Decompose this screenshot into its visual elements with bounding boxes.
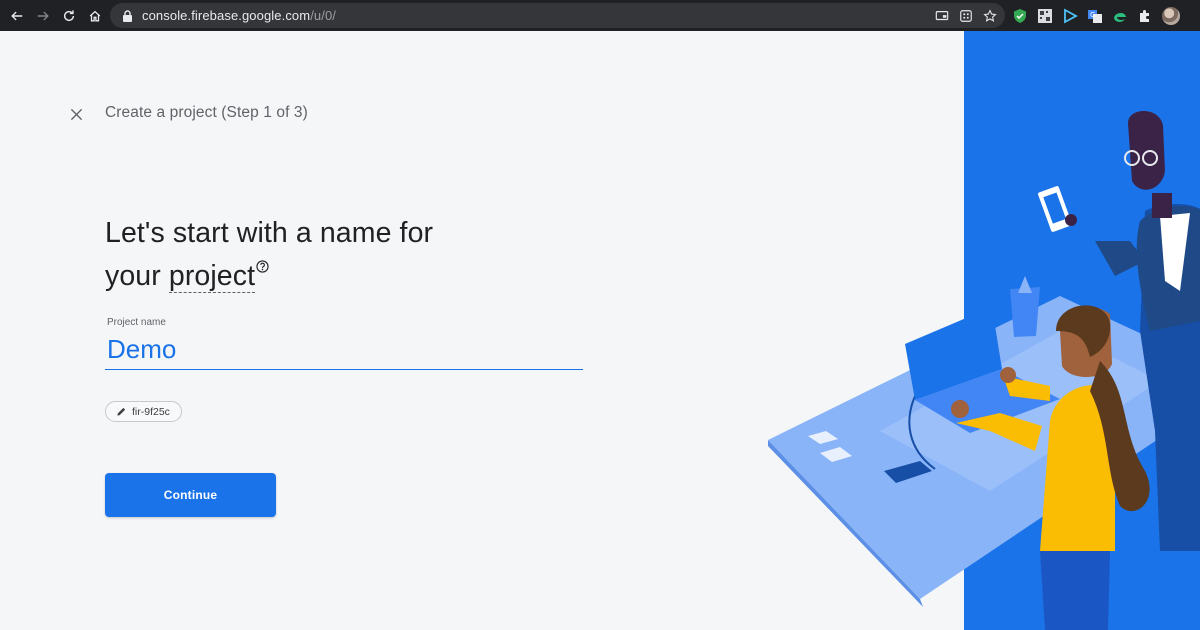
shield-extension-icon[interactable]: [1012, 8, 1028, 24]
page-headline: Let's start with a name for your project: [105, 212, 433, 298]
url-path: /u/0/: [310, 8, 336, 23]
svg-text:G: G: [1090, 11, 1095, 19]
address-bar[interactable]: console.firebase.google.com/u/0/: [110, 3, 1005, 28]
reload-icon: [63, 9, 75, 21]
project-id-text: fir-9f25c: [132, 405, 170, 418]
arrow-right-icon: [37, 11, 49, 20]
hero-illustration: [760, 31, 1200, 630]
close-button[interactable]: [66, 104, 86, 124]
home-button[interactable]: [82, 0, 108, 31]
project-name-input[interactable]: [105, 330, 583, 370]
qr-extension-icon[interactable]: [1037, 8, 1053, 24]
bookmark-star-icon[interactable]: [983, 8, 997, 23]
headline-line-1: Let's start with a name for: [105, 217, 434, 249]
translate-extension-icon[interactable]: G: [1087, 8, 1103, 24]
headline-prefix: your: [105, 260, 169, 292]
url-text: console.firebase.google.com/u/0/: [142, 8, 336, 23]
pencil-icon: [117, 407, 126, 416]
browser-toolbar: console.firebase.google.com/u/0/ G: [0, 0, 1200, 31]
home-icon: [89, 10, 101, 21]
close-icon: [70, 108, 82, 120]
edge-extension-icon[interactable]: [1112, 8, 1128, 24]
back-button[interactable]: [4, 0, 30, 31]
play-extension-icon[interactable]: [1062, 7, 1078, 24]
forward-button[interactable]: [30, 0, 56, 31]
url-host: console.firebase.google.com: [142, 8, 311, 23]
help-icon[interactable]: [256, 260, 269, 273]
profile-avatar[interactable]: [1162, 6, 1180, 25]
apps-grid-icon[interactable]: [959, 9, 973, 23]
reload-button[interactable]: [56, 0, 82, 31]
puzzle-extensions-icon[interactable]: [1137, 8, 1153, 24]
arrow-left-icon: [11, 11, 23, 20]
project-term-link[interactable]: project: [168, 260, 256, 293]
step-title: Create a project (Step 1 of 3): [105, 104, 308, 121]
continue-button[interactable]: Continue: [105, 473, 276, 517]
cast-icon[interactable]: [935, 9, 949, 23]
project-id-chip[interactable]: fir-9f25c: [105, 401, 182, 422]
lock-icon: [122, 9, 133, 22]
project-name-label: Project name: [107, 317, 166, 328]
